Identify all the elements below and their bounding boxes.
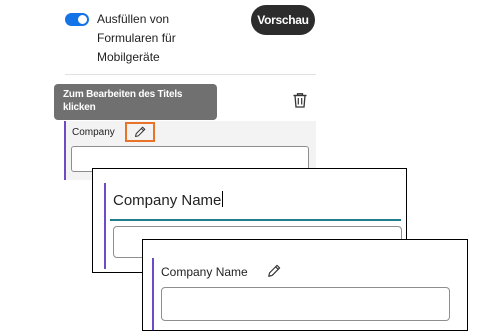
divider xyxy=(65,74,316,75)
field-accent-bar xyxy=(152,258,154,330)
field-accent-bar xyxy=(104,183,106,269)
edit-title-button[interactable] xyxy=(125,122,155,142)
field-accent-bar xyxy=(64,121,66,180)
field-input[interactable] xyxy=(161,287,450,321)
pencil-icon[interactable] xyxy=(267,264,281,283)
edit-title-tooltip: Zum Bearbeiten des Titels klicken xyxy=(54,84,217,120)
zoom-panel-result: Company Name xyxy=(142,239,468,331)
mobile-forms-toggle-label: Ausfüllen von Formularen für Mobilgeräte xyxy=(97,12,176,64)
text-caret xyxy=(222,191,224,207)
pencil-icon xyxy=(135,126,146,137)
toggle-knob xyxy=(78,15,87,24)
mobile-forms-toggle[interactable] xyxy=(65,13,89,26)
preview-button[interactable]: Vorschau xyxy=(251,5,315,35)
trash-icon[interactable] xyxy=(292,92,308,108)
field-label: Company Name xyxy=(161,265,248,279)
field-label: Company xyxy=(72,127,115,138)
active-underline xyxy=(110,219,401,221)
field-title-value: Company Name xyxy=(113,192,222,209)
field-title-input[interactable]: Company Name xyxy=(113,191,224,209)
